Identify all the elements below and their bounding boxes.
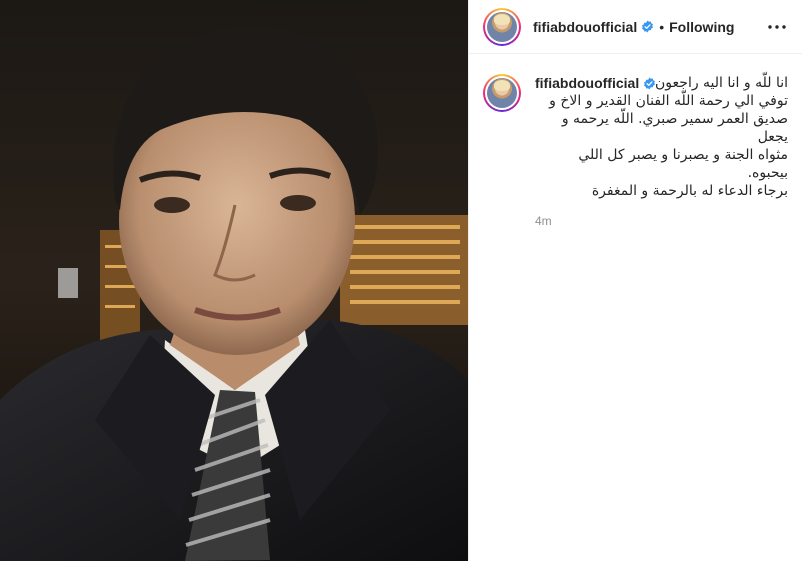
verified-badge-icon [641, 20, 654, 33]
post-header: fifiabdouofficial • Following [469, 0, 802, 54]
caption-avatar[interactable] [483, 74, 521, 112]
post-photo[interactable] [0, 0, 468, 561]
portrait-image [0, 0, 468, 561]
caption-text: انا للّه و انا اليه راجعون توفي الي رحمة… [549, 75, 788, 199]
username-link[interactable]: fifiabdouofficial [533, 19, 637, 35]
avatar-image [487, 11, 517, 42]
following-button[interactable]: Following [669, 19, 734, 35]
post-side-panel: fifiabdouofficial • Following fifiabdouo… [468, 0, 802, 561]
caption-section: fifiabdouofficial انا للّه و انا اليه را… [469, 54, 802, 228]
avatar[interactable] [483, 7, 521, 46]
post-timestamp[interactable]: 4m [535, 214, 788, 228]
caption-avatar-image [487, 78, 517, 108]
more-options-icon[interactable] [766, 17, 788, 37]
separator-dot: • [659, 18, 665, 35]
